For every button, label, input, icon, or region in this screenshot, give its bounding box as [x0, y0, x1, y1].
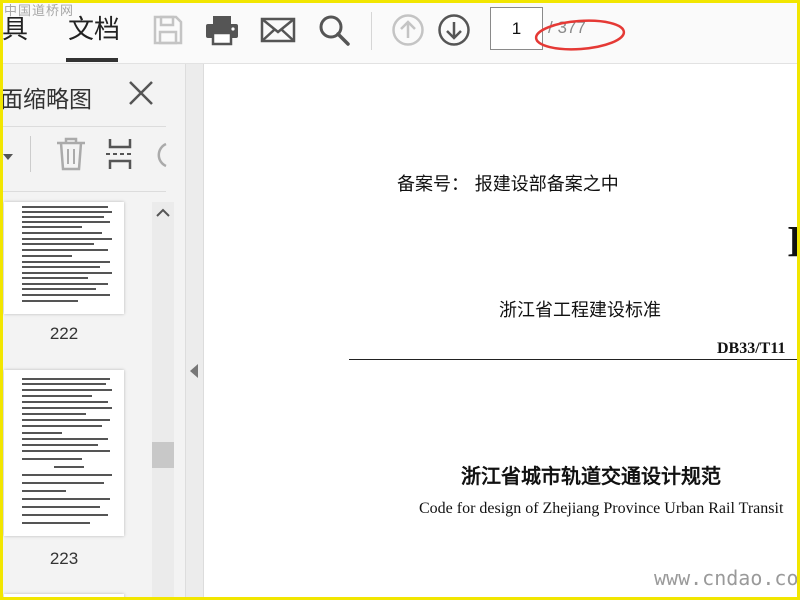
page-thumbnail[interactable]: [4, 594, 124, 600]
thumbnail-scrollbar[interactable]: [152, 202, 174, 600]
arrow-up-icon[interactable]: [388, 10, 428, 50]
search-icon[interactable]: [314, 10, 354, 50]
top-toolbar: 具 文档 1 / 377: [0, 0, 800, 64]
standard-organization: 浙江省工程建设标准: [499, 300, 661, 321]
close-icon[interactable]: [126, 78, 156, 108]
thumbnail-sidebar: 面缩略图 222 223: [0, 64, 186, 600]
chevron-up-icon[interactable]: [152, 202, 174, 224]
document-page: 备案号： 报建设部备案之中 I 浙江省工程建设标准 DB33/T11 浙江省城市…: [205, 64, 800, 600]
document-title-en: Code for design of Zhejiang Province Urb…: [419, 500, 784, 517]
page-thumbnail[interactable]: [4, 370, 124, 536]
sidebar-title: 面缩略图: [0, 87, 92, 113]
page-thumbnail[interactable]: [4, 202, 124, 314]
sidebar-divider: [0, 126, 166, 127]
document-title-cn: 浙江省城市轨道交通设计规范: [461, 464, 721, 488]
sidebar-toolbar: [0, 132, 185, 184]
standard-code: DB33/T11: [717, 340, 786, 357]
cut-off-heading: I: [787, 217, 800, 266]
arrow-down-icon[interactable]: [434, 10, 474, 50]
active-tab-indicator: [66, 58, 118, 62]
mail-icon[interactable]: [258, 10, 298, 50]
tab-document[interactable]: 文档: [68, 12, 120, 48]
record-number-label: 备案号： 报建设部备案之中: [397, 174, 619, 195]
trash-icon[interactable]: [54, 136, 88, 172]
save-icon[interactable]: [148, 10, 188, 50]
insert-page-icon[interactable]: [104, 136, 136, 172]
thumbnail-label: 223: [49, 549, 79, 568]
rotate-icon[interactable]: [150, 140, 170, 170]
sidebar-tool-separator: [30, 136, 31, 172]
red-annotation-ellipse: [534, 19, 626, 51]
sidebar-divider: [0, 191, 166, 192]
watermark-bottom: www.cndao.com: [654, 566, 800, 590]
toolbar-separator: [371, 12, 372, 50]
watermark-top: 中国道桥网: [4, 4, 75, 19]
scrollbar-thumb[interactable]: [152, 442, 174, 468]
thumbnail-label: 222: [49, 324, 79, 343]
sidebar-collapse-handle[interactable]: [186, 64, 204, 600]
horizontal-rule: [349, 359, 800, 360]
chevron-down-icon[interactable]: [2, 152, 14, 162]
print-icon[interactable]: [202, 10, 242, 50]
chevron-left-icon[interactable]: [190, 364, 198, 378]
